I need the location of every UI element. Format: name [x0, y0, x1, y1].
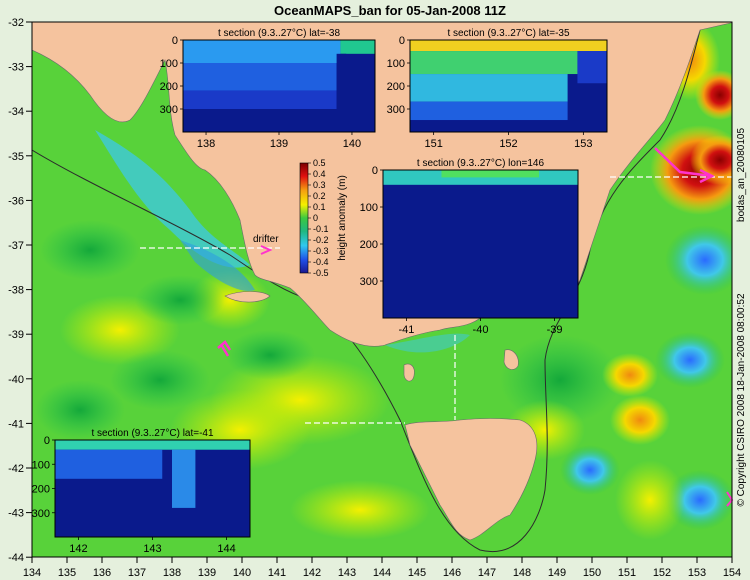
colorbar-tick-label: -0.5	[313, 268, 329, 278]
section-x-tick: 153	[574, 138, 592, 150]
colorbar-tick-label: 0.2	[313, 191, 326, 201]
section-depth-tick: 300	[32, 508, 50, 520]
section-x-tick: 151	[424, 138, 442, 150]
lat-tick-label: -38	[8, 285, 24, 297]
colorbar-tick-label: 0.5	[313, 158, 326, 168]
lon-tick-label: 140	[233, 567, 251, 579]
section-depth-tick: 0	[372, 165, 378, 177]
section-inset-sec2: t section (9.3..27°C) lat=-35 0 100 200 300 1…	[387, 28, 608, 150]
lon-tick-label: 154	[723, 567, 741, 579]
lat-tick-label: -44	[8, 552, 24, 564]
lon-tick-label: 144	[373, 567, 391, 579]
lon-tick-label: 135	[58, 567, 76, 579]
colorbar-tick-label: 0	[313, 213, 318, 223]
lat-tick-label: -39	[8, 329, 24, 341]
lat-tick-label: -32	[8, 17, 24, 29]
section-depth-tick: 200	[160, 81, 178, 93]
colorbar-tick-label: -0.4	[313, 257, 329, 267]
colorbar-tick-label: -0.2	[313, 235, 329, 245]
section-inset-sec1: t section (9.3..27°C) lat=-38 0 100 200 300 1…	[160, 28, 376, 150]
lon-tick-label: 143	[338, 567, 356, 579]
lon-tick-label: 150	[583, 567, 601, 579]
lat-tick-label: -35	[8, 151, 24, 163]
section-title: t section (9.3..27°C) lat=-38	[218, 28, 341, 39]
lat-tick-label: -40	[8, 374, 24, 386]
section-depth-tick: 0	[399, 35, 405, 47]
lat-tick-label: -34	[8, 106, 24, 118]
drifter-label: drifter	[253, 234, 279, 245]
lat-tick-label: -37	[8, 240, 24, 252]
lat-tick-label: -42	[8, 463, 24, 475]
lon-tick-label: 148	[513, 567, 531, 579]
section-depth-tick: 300	[360, 276, 378, 288]
section-x-tick: -41	[398, 324, 414, 336]
section-depth-tick: 300	[387, 104, 405, 116]
colorbar-tick-label: 0.3	[313, 180, 326, 190]
lon-tick-label: 147	[478, 567, 496, 579]
section-x-tick: -39	[547, 324, 563, 336]
colorbar-tick-label: -0.1	[313, 224, 329, 234]
section-depth-tick: 200	[32, 484, 50, 496]
section-title: t section (9.3..27°C) lat=-35	[447, 28, 570, 39]
lon-tick-label: 149	[548, 567, 566, 579]
section-x-tick: 140	[343, 138, 361, 150]
section-depth-tick: 100	[160, 58, 178, 70]
lon-tick-label: 145	[408, 567, 426, 579]
section-x-tick: -40	[473, 324, 489, 336]
lat-tick-label: -43	[8, 508, 24, 520]
lat-tick-label: -33	[8, 62, 24, 74]
section-depth-tick: 300	[160, 104, 178, 116]
section-x-tick: 152	[499, 138, 517, 150]
lon-tick-label: 152	[653, 567, 671, 579]
colorbar-label: height anomaly (m)	[337, 175, 348, 261]
lat-tick-label: -36	[8, 195, 24, 207]
lon-tick-label: 134	[23, 567, 41, 579]
section-x-tick: 142	[69, 543, 87, 555]
run-label: bodas_an_20080105	[736, 128, 747, 222]
section-depth-tick: 0	[44, 435, 50, 447]
copyright-label: © Copyright CSIRO 2008 18-Jan-2008 08:00…	[736, 293, 747, 506]
section-x-tick: 139	[270, 138, 288, 150]
section-depth-tick: 100	[360, 202, 378, 214]
lon-tick-label: 139	[198, 567, 216, 579]
lon-tick-label: 138	[163, 567, 181, 579]
lon-tick-label: 137	[128, 567, 146, 579]
section-x-tick: 143	[143, 543, 161, 555]
map-figure: OceanMAPS_ban for 05-Jan-2008 11Z drifte…	[0, 0, 750, 580]
section-title: t section (9.3..27°C) lon=146	[417, 158, 545, 169]
colorbar-tick-label: 0.4	[313, 169, 326, 179]
section-x-tick: 144	[217, 543, 235, 555]
section-depth-tick: 200	[360, 239, 378, 251]
ocean-map: OceanMAPS_ban for 05-Jan-2008 11Z drifte…	[0, 0, 750, 580]
section-x-tick: 138	[197, 138, 215, 150]
lon-tick-label: 141	[268, 567, 286, 579]
lat-tick-label: -41	[8, 418, 24, 430]
lon-tick-label: 142	[303, 567, 321, 579]
lon-tick-label: 136	[93, 567, 111, 579]
colorbar-tick-label: 0.1	[313, 202, 326, 212]
section-depth-tick: 100	[32, 459, 50, 471]
section-title: t section (9.3..27°C) lat=-41	[91, 428, 214, 439]
section-depth-tick: 200	[387, 81, 405, 93]
section-depth-tick: 100	[387, 58, 405, 70]
map-title: OceanMAPS_ban for 05-Jan-2008 11Z	[274, 3, 506, 18]
colorbar-scale	[299, 162, 309, 274]
lon-tick-label: 151	[618, 567, 636, 579]
colorbar-tick-label: -0.3	[313, 246, 329, 256]
section-inset-sec3: t section (9.3..27°C) lon=146 0 100 200 300 -…	[360, 158, 579, 336]
lon-tick-label: 153	[688, 567, 706, 579]
section-depth-tick: 0	[172, 35, 178, 47]
lon-tick-label: 146	[443, 567, 461, 579]
section-inset-sec4: t section (9.3..27°C) lat=-41 0 100 200 300 1…	[32, 428, 251, 555]
